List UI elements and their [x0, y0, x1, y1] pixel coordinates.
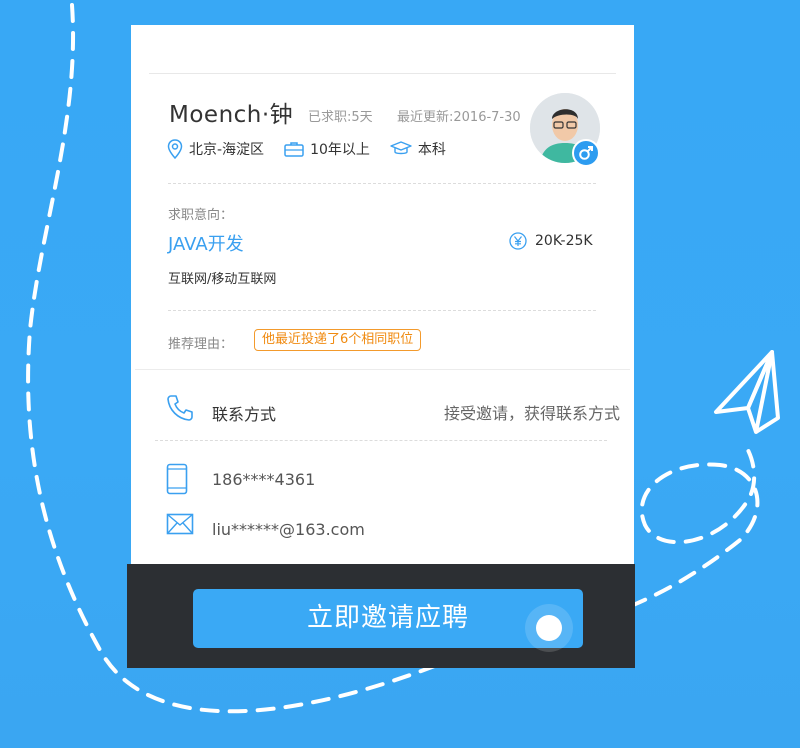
graduation-cap-icon: [390, 141, 412, 155]
contact-header: 联系方式 接受邀请，获得联系方式: [131, 385, 634, 435]
footer-bar: 立即邀请应聘: [127, 564, 635, 668]
male-icon: [579, 146, 593, 160]
mail-icon: [166, 513, 194, 535]
email-address: liu******@163.com: [212, 520, 365, 539]
candidate-info-row: 北京-海淀区 10年以上 本科: [167, 139, 466, 159]
recommendation-label: 推荐理由：: [168, 337, 234, 352]
paper-plane-icon: [714, 350, 780, 434]
experience-text: 10年以上: [310, 142, 370, 158]
email-row: liu******@163.com: [131, 513, 634, 547]
phone-icon: [167, 395, 193, 421]
education-text: 本科: [417, 142, 446, 158]
divider: [155, 440, 607, 441]
yen-icon: [509, 232, 527, 250]
phone-number: 186****4361: [212, 470, 316, 489]
location-item: 北京-海淀区: [167, 139, 264, 159]
phone-row: 186****4361: [131, 463, 634, 497]
mobile-icon: [166, 463, 188, 495]
briefcase-icon: [284, 142, 304, 157]
experience-item: 10年以上: [284, 139, 370, 159]
intent-label: 求职意向：: [168, 208, 234, 223]
salary-text: 20K-25K: [535, 233, 593, 249]
contact-label: 联系方式: [212, 405, 277, 424]
job-title: JAVA开发: [168, 234, 244, 255]
contact-hint: 接受邀请，获得联系方式: [443, 404, 620, 423]
divider: [168, 183, 596, 184]
recommendation-tag: 他最近投递了6个相同职位: [254, 329, 422, 351]
industry: 互联网/移动互联网: [168, 272, 277, 287]
location-text: 北京-海淀区: [189, 142, 265, 158]
location-icon: [167, 139, 183, 159]
job-search-duration: 已求职:5天: [308, 110, 373, 125]
section-divider: [135, 369, 630, 370]
salary: 20K-25K: [509, 232, 593, 250]
education-item: 本科: [390, 139, 446, 159]
candidate-name: Moench·钟: [169, 102, 294, 128]
divider: [149, 73, 616, 74]
touch-cursor: [525, 604, 573, 652]
divider: [168, 310, 596, 311]
candidate-card: Moench·钟 已求职:5天 最近更新:2016-7-30 北京-海淀区 10…: [131, 25, 634, 565]
gender-badge: [572, 139, 600, 167]
last-update: 最近更新:2016-7-30: [397, 110, 521, 125]
invite-button[interactable]: 立即邀请应聘: [193, 589, 583, 648]
